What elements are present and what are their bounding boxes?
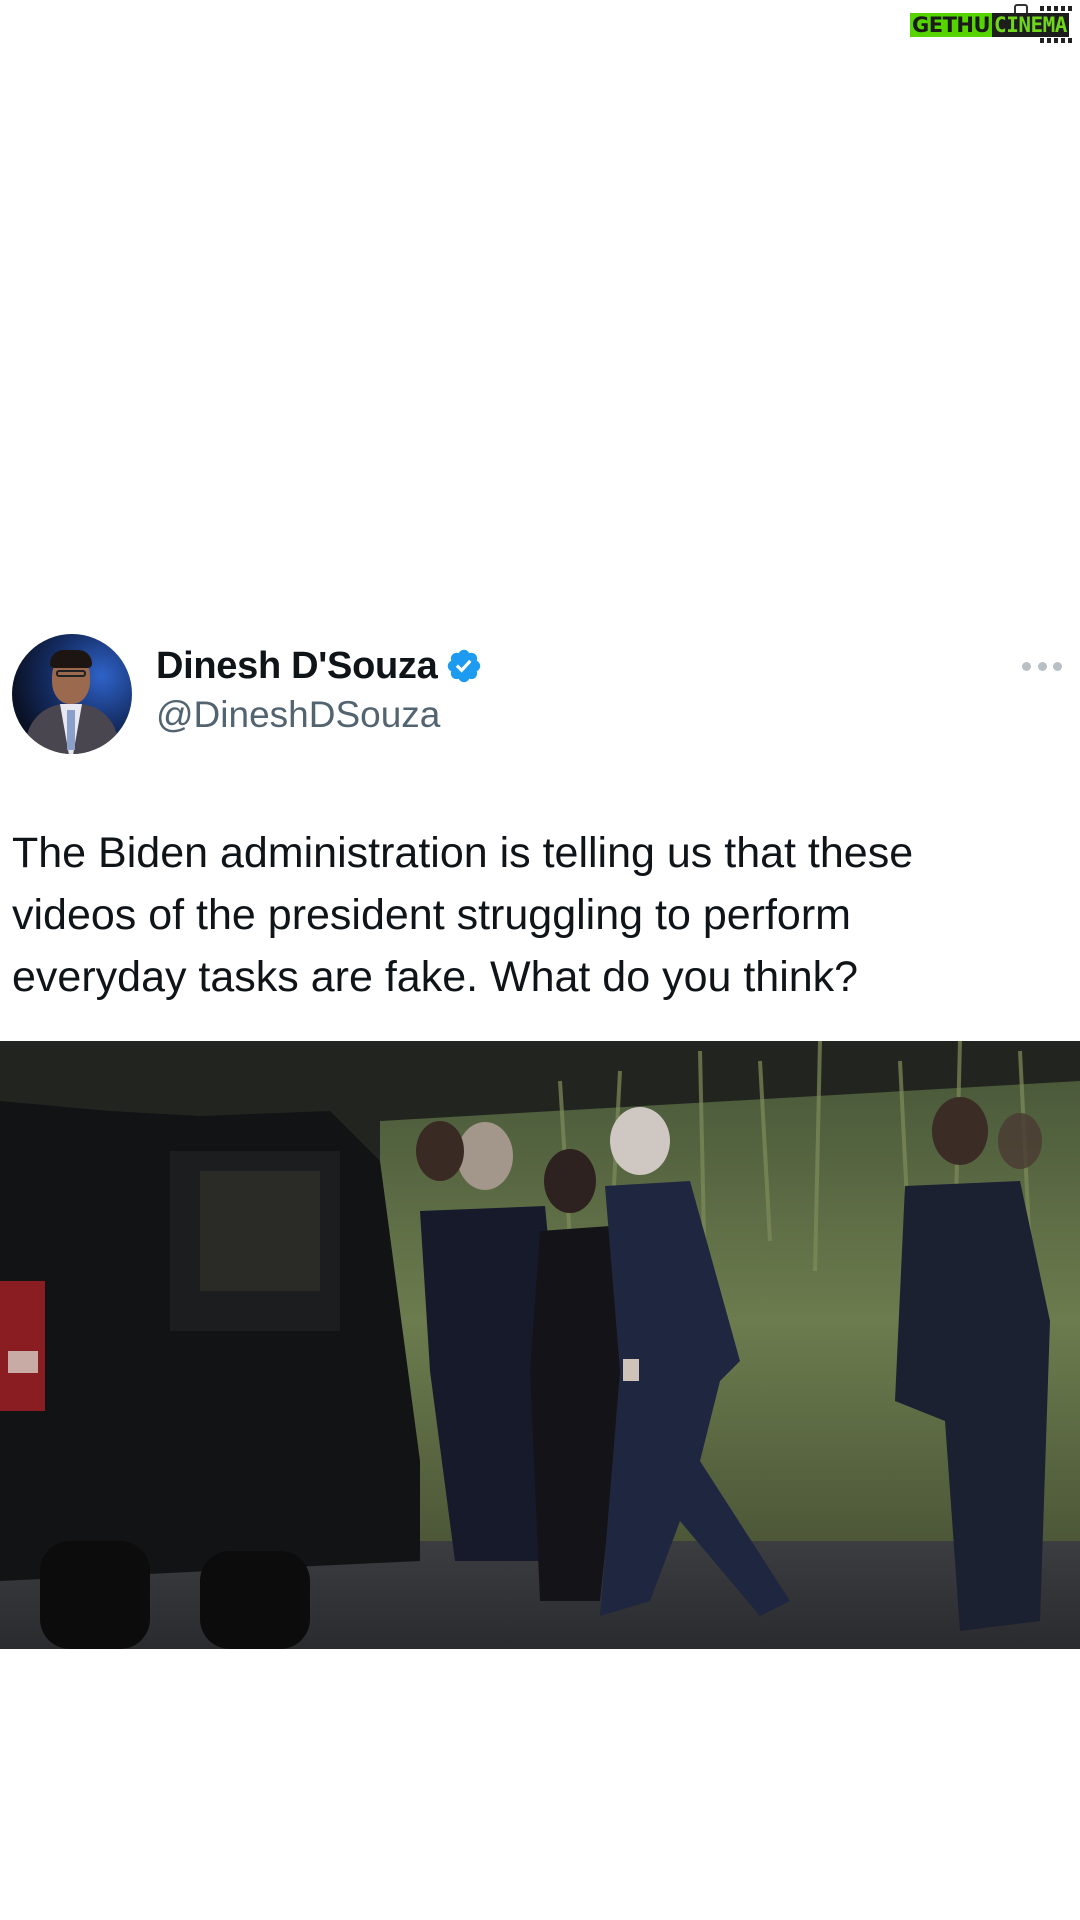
tweet-text-line: everyday tasks are fake. What do you thi…	[12, 953, 859, 1001]
avatar-hair	[50, 650, 92, 668]
avatar-glasses	[56, 670, 86, 677]
author-handle[interactable]: @DineshDSouza	[156, 694, 440, 736]
video-frame-image	[0, 1041, 1080, 1649]
tweet-header: Dinesh D'Souza @DineshDSouza	[12, 634, 1062, 754]
watermark-logo: GETHU CINEMA	[910, 4, 1074, 44]
film-strip-icon	[1040, 6, 1074, 11]
author-name-row: Dinesh D'Souza	[156, 642, 483, 690]
tweet-media-video[interactable]	[0, 1041, 1080, 1649]
verified-badge-icon	[448, 649, 481, 683]
tweet-text-line: The Biden administration is telling us t…	[12, 829, 914, 877]
avatar[interactable]	[12, 634, 132, 754]
watermark-part2: CINEMA	[992, 13, 1069, 37]
page: GETHU CINEMA Dinesh D'Souza @DineshDSouza…	[0, 0, 1080, 1920]
tweet-text: The Biden administration is telling us t…	[12, 822, 1052, 1008]
author-name[interactable]: Dinesh D'Souza	[156, 645, 438, 688]
watermark-part1: GETHU	[910, 13, 993, 37]
more-options-icon[interactable]	[1022, 656, 1062, 676]
avatar-tie	[67, 710, 75, 750]
tweet-text-line: videos of the president struggling to pe…	[12, 891, 851, 939]
watermark-text: GETHU CINEMA	[910, 13, 1069, 37]
film-strip-icon	[1040, 38, 1074, 43]
